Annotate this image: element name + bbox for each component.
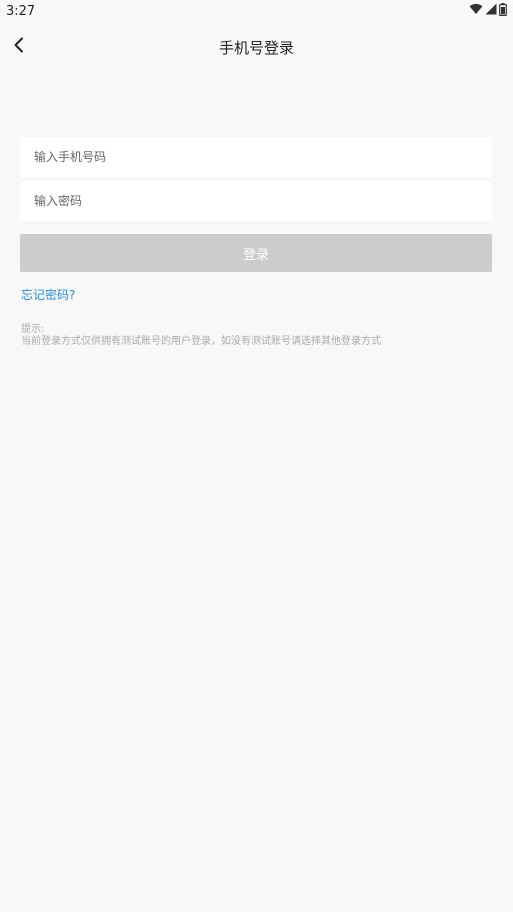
status-bar: 3:27 <box>0 0 513 22</box>
phone-input[interactable] <box>20 137 492 177</box>
forgot-password-link[interactable]: 忘记密码? <box>21 286 75 303</box>
login-page: 3:27 手机号登录 输入手机号码 登录 忘记密码? 提示: 当前登录方式仅供拥… <box>0 0 513 912</box>
password-input[interactable] <box>20 181 492 221</box>
status-icons <box>469 2 507 20</box>
login-button[interactable]: 登录 <box>20 234 492 272</box>
signal-icon <box>485 3 497 19</box>
status-time: 3:27 <box>6 3 36 19</box>
phone-field-container <box>20 137 492 177</box>
tip-text: 当前登录方式仅供拥有测试账号的用户登录，如没有测试账号请选择其他登录方式 <box>21 336 381 347</box>
battery-icon <box>499 2 507 20</box>
page-title: 手机号登录 <box>218 39 294 57</box>
nav-bar: 手机号登录 <box>0 22 513 74</box>
wifi-icon <box>469 3 483 19</box>
password-field-container <box>20 181 492 221</box>
